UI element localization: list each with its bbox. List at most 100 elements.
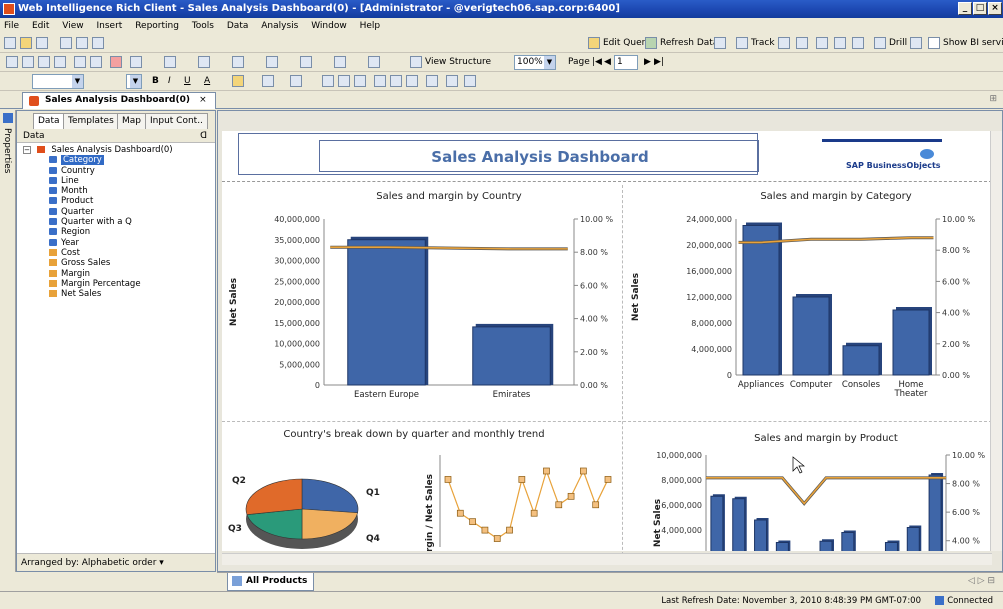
font-color-button[interactable]: A — [204, 76, 210, 86]
tree-item-quarter[interactable]: Quarter — [49, 207, 215, 217]
tab-data[interactable]: Data — [33, 113, 65, 129]
menu-analysis[interactable]: Analysis — [261, 21, 298, 31]
undo-icon[interactable] — [74, 56, 86, 68]
border-style-icon[interactable] — [290, 75, 302, 87]
menu-insert[interactable]: Insert — [96, 21, 122, 31]
horizontal-scrollbar[interactable] — [222, 553, 992, 565]
drill-button[interactable]: Drill — [889, 38, 907, 48]
merge-icon[interactable] — [446, 75, 458, 87]
align-center-icon[interactable] — [338, 75, 350, 87]
fill-color-icon[interactable] — [232, 75, 244, 87]
border-icon[interactable] — [262, 75, 274, 87]
align-right-icon[interactable] — [354, 75, 366, 87]
snapshot-icon[interactable] — [910, 37, 922, 49]
collapse-icon[interactable]: − — [23, 146, 31, 154]
ranking-icon[interactable] — [232, 56, 244, 68]
track-options-icon[interactable] — [778, 37, 790, 49]
menu-data[interactable]: Data — [227, 21, 249, 31]
tab-templates[interactable]: Templates — [63, 113, 119, 129]
minimize-button[interactable]: _ — [958, 2, 972, 15]
view-structure-button[interactable]: View Structure — [425, 57, 491, 67]
track-show-icon[interactable] — [796, 37, 808, 49]
menu-edit[interactable]: Edit — [32, 21, 49, 31]
insert-cell-icon[interactable] — [38, 56, 50, 68]
tree-item-quarter-with-a-q[interactable]: Quarter with a Q — [49, 217, 215, 227]
sort-icon[interactable] — [198, 56, 210, 68]
menu-reporting[interactable]: Reporting — [135, 21, 179, 31]
maximize-button[interactable]: □ — [973, 2, 987, 15]
tree-item-month[interactable]: Month — [49, 186, 215, 196]
find-icon[interactable] — [76, 37, 88, 49]
tree-item-cost[interactable]: Cost — [49, 248, 215, 258]
cell-icon[interactable] — [334, 56, 346, 68]
title-cell[interactable]: Sales Analysis Dashboard — [319, 140, 759, 172]
tree-item-gross-sales[interactable]: Gross Sales — [49, 258, 215, 268]
menu-view[interactable]: View — [62, 21, 83, 31]
properties-icon[interactable] — [92, 37, 104, 49]
tree-item-category[interactable]: Category — [49, 155, 215, 166]
purge-icon[interactable] — [714, 37, 726, 49]
font-name-select[interactable]: ▼ — [32, 74, 84, 89]
save-icon[interactable] — [36, 37, 48, 49]
side-panel-icon[interactable] — [3, 113, 13, 123]
turn-to-icon[interactable] — [300, 56, 312, 68]
align-top-icon[interactable] — [374, 75, 386, 87]
refresh-data-button[interactable]: Refresh Data — [660, 38, 718, 48]
maximize-doc-icon[interactable]: ⊞ — [989, 94, 997, 104]
next-page-icon[interactable]: ▶ — [644, 57, 651, 67]
alerter-icon[interactable] — [110, 56, 122, 68]
menu-help[interactable]: Help — [360, 21, 381, 31]
format-painter-icon[interactable] — [464, 75, 476, 87]
chart-sales-by-product[interactable]: Sales and margin by Product 4,000,000 6,00… — [626, 423, 992, 551]
arranged-by-dropdown[interactable]: Arranged by: Alphabetic order ▾ — [17, 553, 215, 571]
tab-sales-analysis-dashboard[interactable]: Sales Analysis Dashboard(0) × — [22, 92, 216, 109]
align-middle-icon[interactable] — [390, 75, 402, 87]
new-document-icon[interactable] — [4, 37, 16, 49]
previous-page-icon[interactable]: ◀ — [604, 57, 611, 67]
tree-item-net-sales[interactable]: Net Sales — [49, 289, 215, 299]
tree-root[interactable]: − Sales Analysis Dashboard(0) — [23, 145, 215, 155]
last-page-icon[interactable]: ▶| — [654, 57, 664, 67]
first-page-icon[interactable]: |◀ — [592, 57, 602, 67]
track-icon[interactable] — [736, 37, 748, 49]
filter-bar-icon[interactable] — [852, 37, 864, 49]
format-icon[interactable] — [368, 56, 380, 68]
tree-item-product[interactable]: Product — [49, 196, 215, 206]
bold-button[interactable]: B — [152, 76, 159, 86]
close-tab-icon[interactable]: × — [199, 95, 207, 105]
drill-icon[interactable] — [874, 37, 886, 49]
align-left-icon[interactable] — [322, 75, 334, 87]
redo-icon[interactable] — [90, 56, 102, 68]
insert-chart-icon[interactable] — [22, 56, 34, 68]
menu-file[interactable]: File — [4, 21, 19, 31]
print-icon[interactable] — [60, 37, 72, 49]
edit-query-button[interactable]: Edit Query — [603, 38, 651, 48]
properties-side-tab[interactable]: Properties — [2, 128, 12, 173]
tree-item-region[interactable]: Region — [49, 227, 215, 237]
font-size-select[interactable]: ▼ — [126, 74, 142, 89]
menu-window[interactable]: Window — [311, 21, 347, 31]
show-bi-checkbox[interactable] — [928, 37, 940, 49]
sum-icon[interactable] — [266, 56, 278, 68]
insert-section-icon[interactable] — [54, 56, 66, 68]
page-number-field[interactable]: 1 — [614, 55, 638, 70]
chart-quarter-breakdown[interactable]: Country's break down by quarter and mont… — [224, 423, 620, 551]
track-button[interactable]: Track — [751, 38, 775, 48]
filter-icon[interactable] — [164, 56, 176, 68]
chart-sales-by-category[interactable]: Sales and margin by Category 0 4,000,000 8,… — [626, 185, 992, 419]
tree-item-year[interactable]: Year — [49, 238, 215, 248]
underline-button[interactable]: U — [184, 76, 191, 86]
vertical-scrollbar[interactable] — [990, 131, 1002, 551]
tree-item-line[interactable]: Line — [49, 176, 215, 186]
edit-query-icon[interactable] — [588, 37, 600, 49]
italic-button[interactable]: I — [168, 76, 171, 86]
align-bottom-icon[interactable] — [406, 75, 418, 87]
close-button[interactable]: × — [988, 2, 1002, 15]
tree-item-margin-percentage[interactable]: Margin Percentage — [49, 279, 215, 289]
tab-all-products[interactable]: All Products — [227, 573, 315, 591]
break-icon[interactable] — [130, 56, 142, 68]
tree-item-margin[interactable]: Margin — [49, 269, 215, 279]
refresh-icon[interactable] — [645, 37, 657, 49]
grid-icon[interactable] — [834, 37, 846, 49]
menu-tools[interactable]: Tools — [192, 21, 214, 31]
